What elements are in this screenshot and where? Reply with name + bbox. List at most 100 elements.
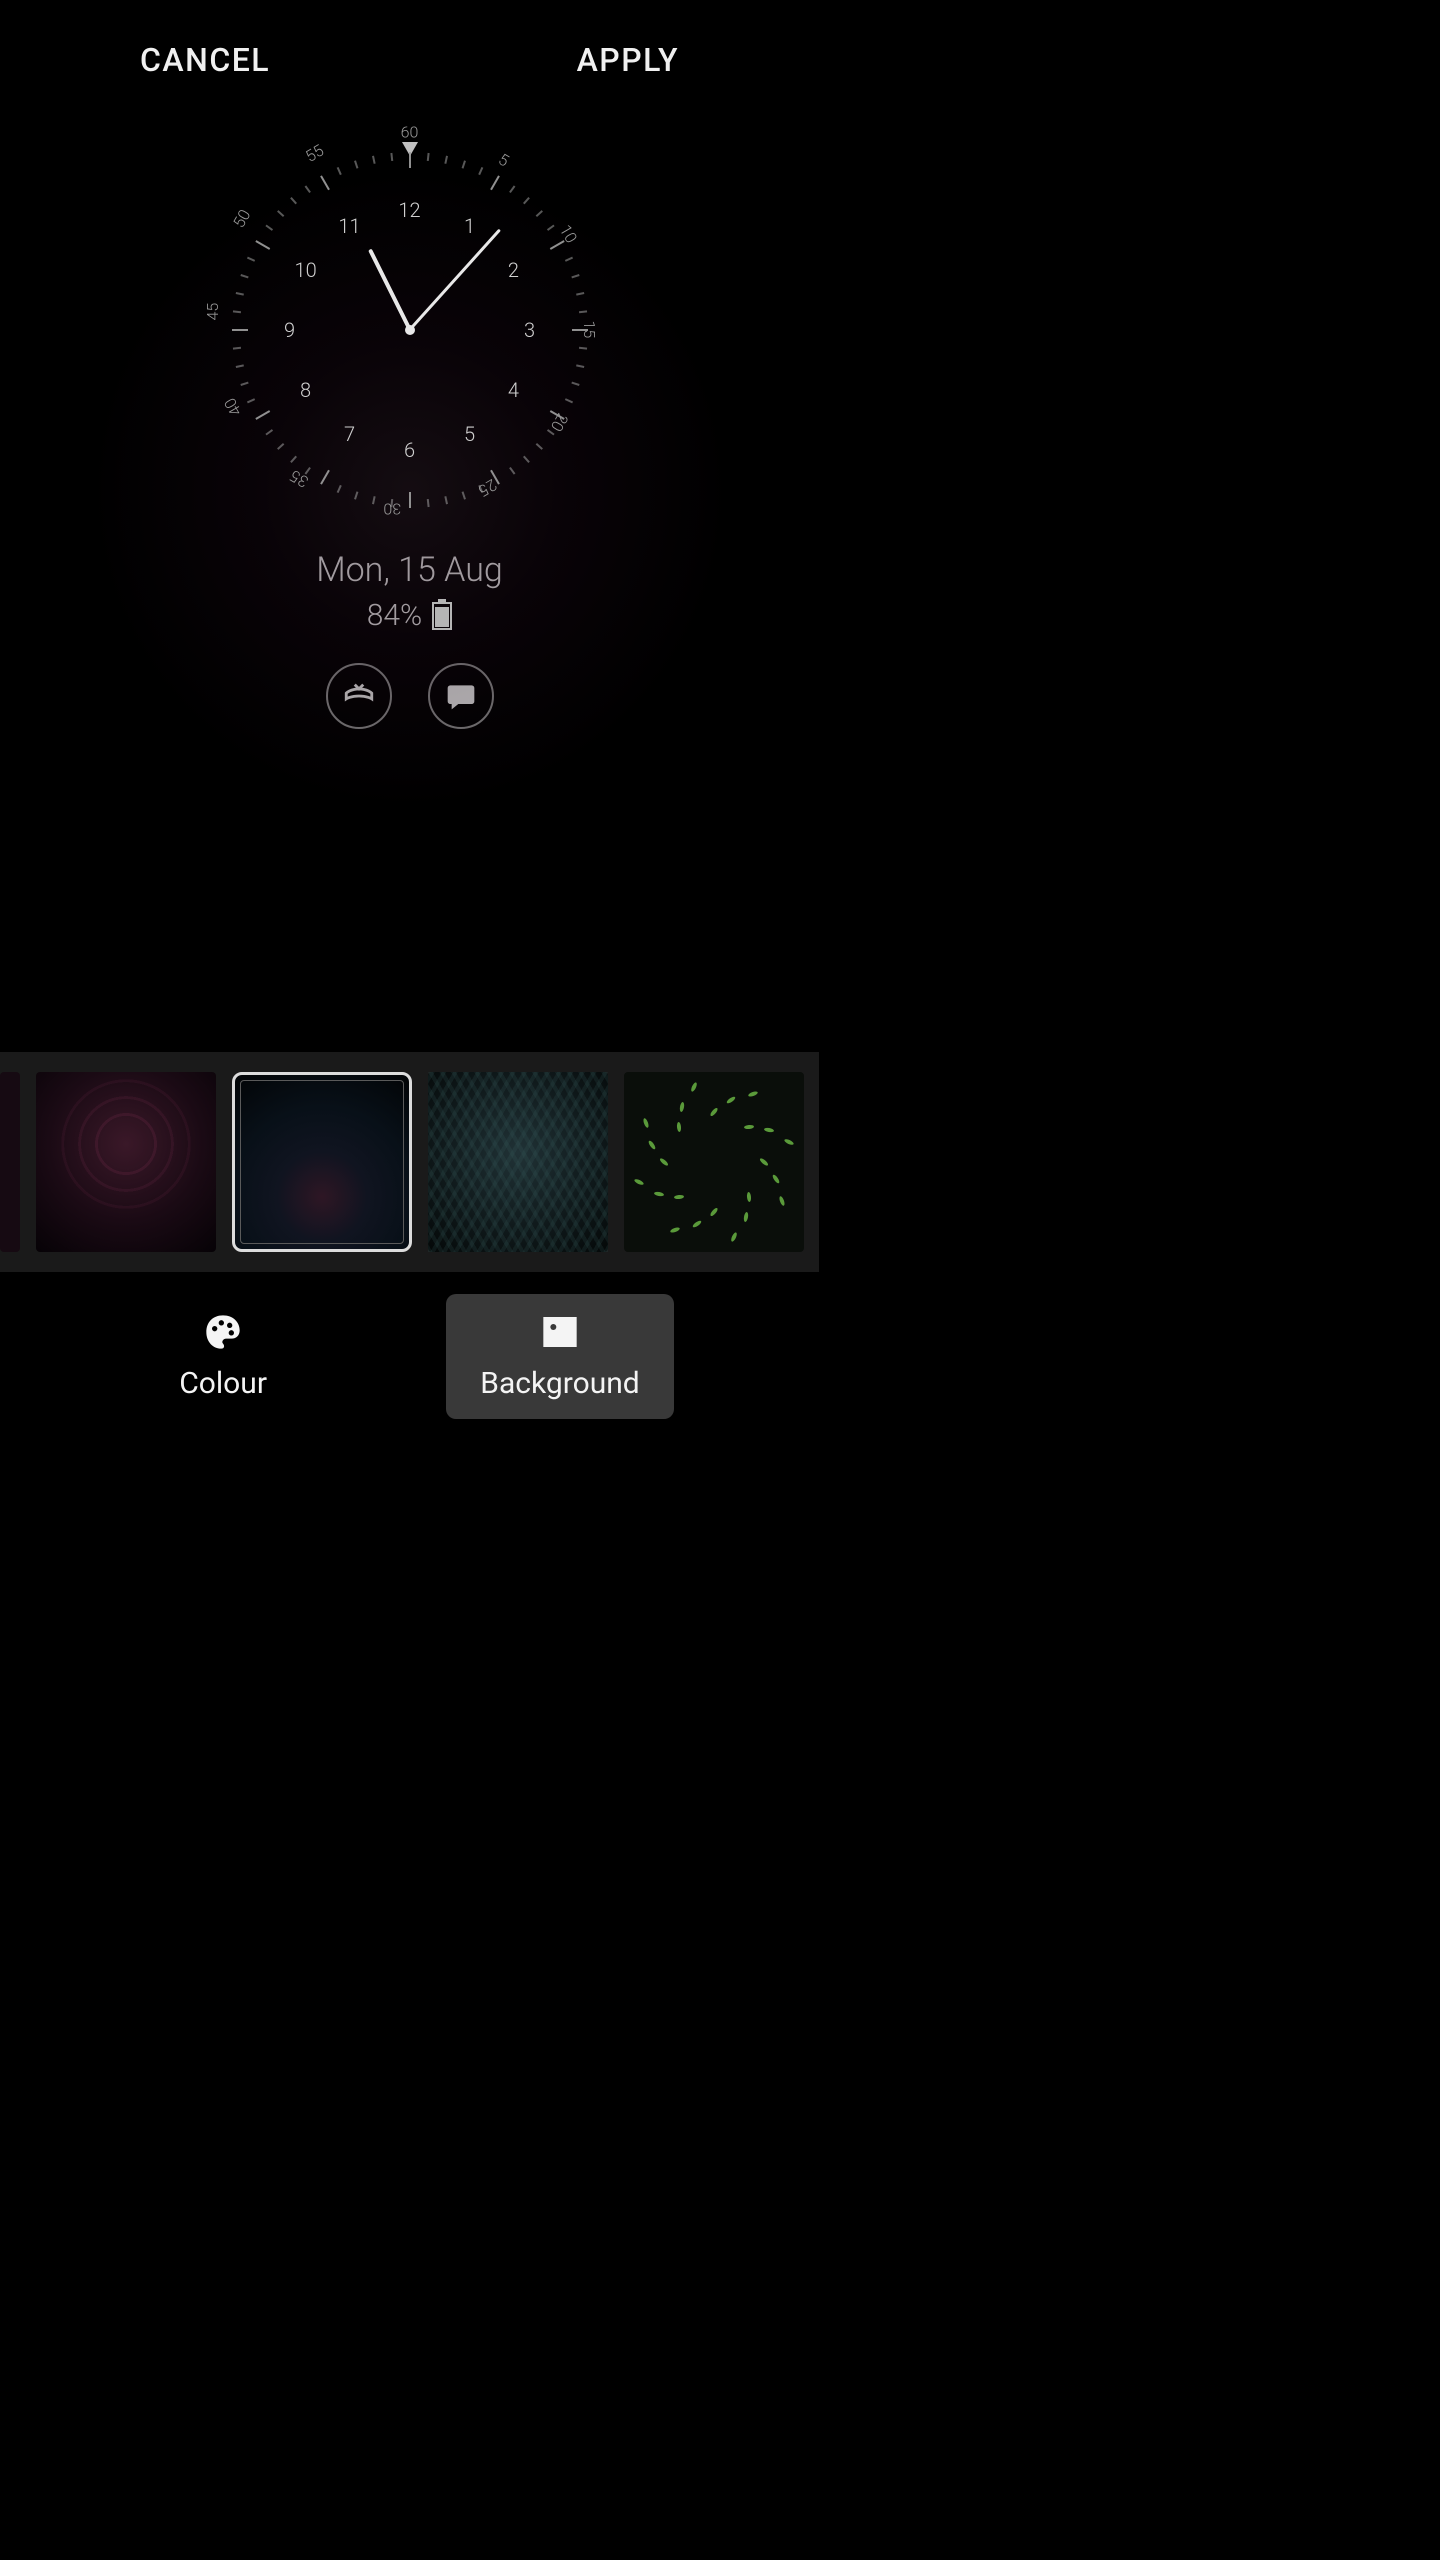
active-tab-caret-icon: [557, 1258, 585, 1272]
hour-number: 11: [338, 214, 360, 238]
hour-number: 2: [508, 258, 519, 282]
hour-hand: [368, 249, 412, 331]
clock-tick: [336, 167, 341, 175]
minute-number: 45: [203, 303, 222, 321]
clock-tick: [255, 240, 270, 250]
clock-tick: [320, 470, 330, 485]
clock-tick: [409, 152, 411, 168]
clock-tick: [523, 197, 530, 204]
clock-tick: [523, 456, 530, 463]
clock-tick: [509, 185, 515, 193]
clock-tick: [246, 398, 254, 403]
clock-tick: [336, 485, 341, 493]
battery-icon: [432, 602, 452, 630]
clock-tick: [576, 292, 584, 296]
minute-number: 30: [383, 500, 401, 519]
hour-number: 1: [464, 214, 475, 238]
minute-number: 60: [401, 123, 419, 142]
colour-tab-label: Colour: [179, 1366, 267, 1401]
clock-tick: [564, 257, 572, 262]
hour-number: 9: [284, 318, 295, 342]
clock-tick: [578, 347, 586, 350]
missed-call-icon: [326, 663, 392, 729]
clock-tick: [265, 429, 273, 435]
analog-clock: 12123456789101160510152025303540455055: [220, 140, 600, 520]
clock-tick: [240, 382, 248, 386]
clock-tick: [265, 225, 273, 231]
clock-tick: [444, 496, 448, 504]
clock-tick: [426, 499, 429, 507]
background-thumb-bg-teal-hex[interactable]: [428, 1072, 608, 1252]
clock-tick: [578, 310, 586, 313]
clock-tick: [444, 156, 448, 164]
clock-tick: [290, 197, 297, 204]
clock-tick: [535, 443, 542, 450]
clock-tick: [277, 210, 284, 217]
bottom-tab-bar: Colour Background: [0, 1272, 819, 1440]
hour-number: 10: [294, 258, 316, 282]
clock-tick: [461, 160, 465, 168]
minute-hand: [408, 229, 501, 331]
minute-number: 50: [229, 206, 254, 231]
clock-tick: [320, 175, 330, 190]
clock-tick: [546, 225, 554, 231]
hour-number: 12: [398, 198, 420, 222]
clock-tick: [390, 153, 393, 161]
hour-number: 8: [300, 378, 311, 402]
hour-number: 6: [404, 438, 415, 462]
clock-tick: [546, 429, 554, 435]
clock-tick: [232, 310, 240, 313]
clock-tick: [490, 175, 500, 190]
hour-number: 3: [524, 318, 535, 342]
apply-button[interactable]: APPLY: [577, 41, 679, 79]
background-tab-label: Background: [480, 1366, 639, 1401]
background-thumb-bg-dark-gradient[interactable]: [232, 1072, 412, 1252]
background-thumbnail-strip[interactable]: [0, 1052, 819, 1272]
clock-tick: [304, 185, 310, 193]
date-label: Mon, 15 Aug: [316, 550, 503, 590]
clock-tick: [571, 382, 579, 386]
clock-tick: [564, 398, 572, 403]
clock-tick: [426, 153, 429, 161]
clock-tick: [571, 274, 579, 278]
clock-tick: [461, 491, 465, 499]
clock-tick: [255, 410, 270, 420]
message-icon: [428, 663, 494, 729]
clock-tick: [509, 467, 515, 475]
clock-tick: [232, 329, 248, 331]
clock-tick: [235, 364, 243, 368]
palette-icon: [203, 1312, 243, 1352]
minute-number: 40: [220, 395, 245, 420]
background-thumb-bg-magenta-lace[interactable]: [36, 1072, 216, 1252]
image-icon: [540, 1312, 580, 1352]
clock-tick: [535, 210, 542, 217]
notification-icons: [326, 663, 494, 729]
clockface-preview: 12123456789101160510152025303540455055 M…: [90, 140, 730, 729]
clock-tick: [235, 292, 243, 296]
clock-tick: [478, 167, 483, 175]
clock-tick: [246, 257, 254, 262]
battery-status: 84%: [367, 598, 452, 633]
clock-pivot: [405, 325, 415, 335]
background-tab[interactable]: Background: [446, 1294, 673, 1419]
clock-tick: [576, 364, 584, 368]
top-action-bar: CANCEL APPLY: [0, 0, 819, 120]
hour-number: 4: [508, 378, 519, 402]
battery-percent: 84%: [367, 598, 422, 633]
clock-tick: [277, 443, 284, 450]
minute-number: 5: [495, 149, 512, 170]
clock-tick: [232, 347, 240, 350]
clock-tick: [372, 156, 376, 164]
hour-number: 5: [464, 422, 475, 446]
clock-tick: [290, 456, 297, 463]
colour-tab[interactable]: Colour: [145, 1294, 301, 1419]
clock-tick: [240, 274, 248, 278]
background-thumb-bg-partial[interactable]: [0, 1072, 20, 1252]
clock-tick: [354, 160, 358, 168]
hour-number: 7: [344, 422, 355, 446]
minute-number: 15: [580, 321, 599, 339]
cancel-button[interactable]: CANCEL: [140, 41, 270, 79]
clock-tick: [354, 491, 358, 499]
minute-number: 55: [302, 140, 327, 165]
background-thumb-bg-green-leaves[interactable]: [624, 1072, 804, 1252]
